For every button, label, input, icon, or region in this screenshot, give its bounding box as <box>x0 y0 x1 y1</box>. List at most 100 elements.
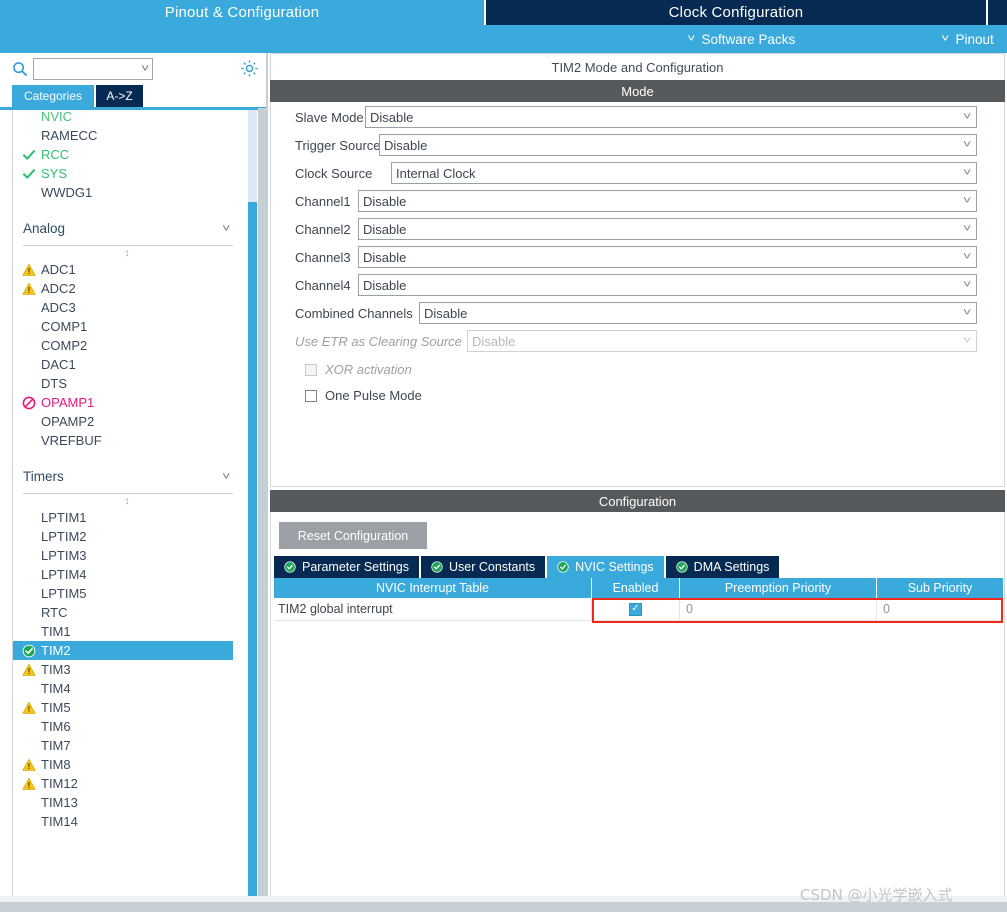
sidebar-item-wwdg1[interactable]: WWDG1 <box>13 183 241 202</box>
sidebar-item-tim2[interactable]: TIM2 <box>13 641 233 660</box>
tab-next-partial[interactable] <box>988 0 1007 25</box>
chevron-down-icon: ˅ <box>962 335 971 347</box>
sidebar-group-analog-label: Analog <box>23 221 66 236</box>
checkbox-xor-activation: XOR activation <box>305 362 412 377</box>
sidebar-item-label: TIM14 <box>41 814 78 829</box>
tab-pinout-configuration[interactable]: Pinout & Configuration <box>0 0 484 25</box>
mode-field-row: Channel1 Disable ˅ <box>271 190 1006 212</box>
sidebar-item-adc1[interactable]: ADC1 <box>13 260 241 279</box>
sidebar-group-timers[interactable]: Timers ˅ <box>23 460 233 494</box>
dropdown-channel4[interactable]: Disable ˅ <box>358 274 977 296</box>
sidebar-item-tim4[interactable]: TIM4 <box>13 679 241 698</box>
tab-categories[interactable]: Categories <box>12 85 94 107</box>
sidebar-item-label: LPTIM3 <box>41 548 87 563</box>
sidebar-item-adc2[interactable]: ADC2 <box>13 279 241 298</box>
sidebar-item-sys[interactable]: SYS <box>13 164 241 183</box>
secondary-toolbar: ˅ Software Packs ˅ Pinout <box>0 25 1007 53</box>
chevron-down-icon: ˅ <box>962 139 971 151</box>
sidebar-item-label: ADC1 <box>41 262 76 277</box>
nvic-column-header: Sub Priority <box>907 581 973 595</box>
mode-field-row: Clock Source Internal Clock ˅ <box>271 162 1006 184</box>
sidebar-item-lptim1[interactable]: LPTIM1 <box>13 508 241 527</box>
sidebar-item-rtc[interactable]: RTC <box>13 603 241 622</box>
dropdown-channel2[interactable]: Disable ˅ <box>358 218 977 240</box>
sidebar-item-tim6[interactable]: TIM6 <box>13 717 241 736</box>
resize-grip[interactable]: ↕ <box>13 246 241 260</box>
dropdown-clock-source[interactable]: Internal Clock ˅ <box>391 162 977 184</box>
status-check-icon <box>676 561 688 573</box>
table-row[interactable]: TIM2 global interrupt ✓ 0 0 <box>274 598 1003 621</box>
sidebar-item-nvic[interactable]: NVIC <box>13 110 241 126</box>
dropdown-value: Disable <box>363 249 407 265</box>
checkbox-one-pulse-mode[interactable]: One Pulse Mode <box>305 388 422 403</box>
tab-parameter-settings[interactable]: Parameter Settings <box>274 556 419 578</box>
forbidden-icon <box>22 396 36 409</box>
reset-configuration-button[interactable]: Reset Configuration <box>279 522 427 549</box>
status-icon <box>22 396 36 410</box>
sidebar-item-tim7[interactable]: TIM7 <box>13 736 241 755</box>
left-sidebar: ˅ Categories A->Z NVICRAMECCRCCSYSWW <box>0 53 266 912</box>
sidebar-item-opamp1[interactable]: OPAMP1 <box>13 393 241 412</box>
checkbox-box[interactable] <box>305 389 317 402</box>
gear-icon[interactable] <box>240 59 259 78</box>
sidebar-item-lptim5[interactable]: LPTIM5 <box>13 584 241 603</box>
no-status-icon <box>22 720 36 734</box>
chevron-down-icon: ˅ <box>962 167 971 179</box>
peripheral-tree[interactable]: NVIC RAMECC RCC SYS WWDG1 Analog ˅ ↕ ADC1 ADC2 ADC… <box>12 110 254 899</box>
sidebar-item-label: TIM4 <box>41 681 71 696</box>
tab-a-to-z[interactable]: A->Z <box>96 85 143 107</box>
nvic-enabled-cell[interactable]: ✓ <box>592 598 680 620</box>
status-check-icon <box>557 561 569 573</box>
sidebar-item-tim5[interactable]: TIM5 <box>13 698 241 717</box>
mode-field-row: Channel4 Disable ˅ <box>271 274 1006 296</box>
sidebar-group-analog[interactable]: Analog ˅ <box>23 212 233 246</box>
sidebar-item-tim8[interactable]: TIM8 <box>13 755 241 774</box>
dropdown-slave-mode[interactable]: Disable ˅ <box>365 106 977 128</box>
sidebar-item-label: SYS <box>41 166 68 181</box>
sidebar-item-lptim3[interactable]: LPTIM3 <box>13 546 241 565</box>
tab-a-to-z-label: A->Z <box>106 89 133 103</box>
sidebar-item-comp2[interactable]: COMP2 <box>13 336 241 355</box>
sidebar-item-tim12[interactable]: TIM12 <box>13 774 241 793</box>
sidebar-item-label: OPAMP2 <box>41 414 95 429</box>
nvic-sub-priority-cell[interactable]: 0 <box>877 598 1003 620</box>
sidebar-item-opamp2[interactable]: OPAMP2 <box>13 412 241 431</box>
dropdown-channel3[interactable]: Disable ˅ <box>358 246 977 268</box>
dropdown-value: Disable <box>472 333 516 349</box>
tab-nvic-settings[interactable]: NVIC Settings <box>547 556 664 578</box>
dropdown-trigger-source[interactable]: Disable ˅ <box>379 134 977 156</box>
sidebar-item-dac1[interactable]: DAC1 <box>13 355 241 374</box>
sidebar-item-tim1[interactable]: TIM1 <box>13 622 241 641</box>
dropdown-channel1[interactable]: Disable ˅ <box>358 190 977 212</box>
search-input[interactable]: ˅ <box>33 58 153 80</box>
no-status-icon <box>22 682 36 696</box>
field-label: Channel2 <box>295 221 351 237</box>
sidebar-scrollbar[interactable] <box>248 110 257 899</box>
tab-clock-configuration[interactable]: Clock Configuration <box>486 0 986 25</box>
software-packs-menu[interactable]: ˅ Software Packs <box>687 25 795 53</box>
tab-user-constants[interactable]: User Constants <box>421 556 546 578</box>
tab-dma-settings[interactable]: DMA Settings <box>665 556 780 578</box>
sidebar-item-lptim2[interactable]: LPTIM2 <box>13 527 241 546</box>
sidebar-item-ramecc[interactable]: RAMECC <box>13 126 241 145</box>
dropdown-combined-channels[interactable]: Disable ˅ <box>419 302 977 324</box>
sidebar-item-adc3[interactable]: ADC3 <box>13 298 241 317</box>
sidebar-item-tim14[interactable]: TIM14 <box>13 812 241 831</box>
mode-field-row: Channel2 Disable ˅ <box>271 218 1006 240</box>
resize-grip[interactable]: ↕ <box>13 494 241 508</box>
nvic-preemption-priority-cell[interactable]: 0 <box>680 598 877 620</box>
sidebar-item-vrefbuf[interactable]: VREFBUF <box>13 431 241 450</box>
scrollbar-thumb[interactable] <box>248 202 257 899</box>
no-status-icon <box>22 815 36 829</box>
sidebar-item-tim13[interactable]: TIM13 <box>13 793 241 812</box>
sidebar-item-label: LPTIM2 <box>41 529 87 544</box>
sidebar-item-comp1[interactable]: COMP1 <box>13 317 241 336</box>
enabled-checkbox[interactable]: ✓ <box>629 602 642 616</box>
sidebar-item-dts[interactable]: DTS <box>13 374 241 393</box>
pinout-menu[interactable]: ˅ Pinout <box>941 25 994 53</box>
configuration-section-body: Reset Configuration Parameter Settings Us… <box>270 512 1005 908</box>
sidebar-item-tim3[interactable]: TIM3 <box>13 660 241 679</box>
sidebar-item-lptim4[interactable]: LPTIM4 <box>13 565 241 584</box>
sidebar-item-rcc[interactable]: RCC <box>13 145 241 164</box>
nvic-table-header: NVIC Interrupt Table Enabled Preemption Pr… <box>274 578 1003 598</box>
